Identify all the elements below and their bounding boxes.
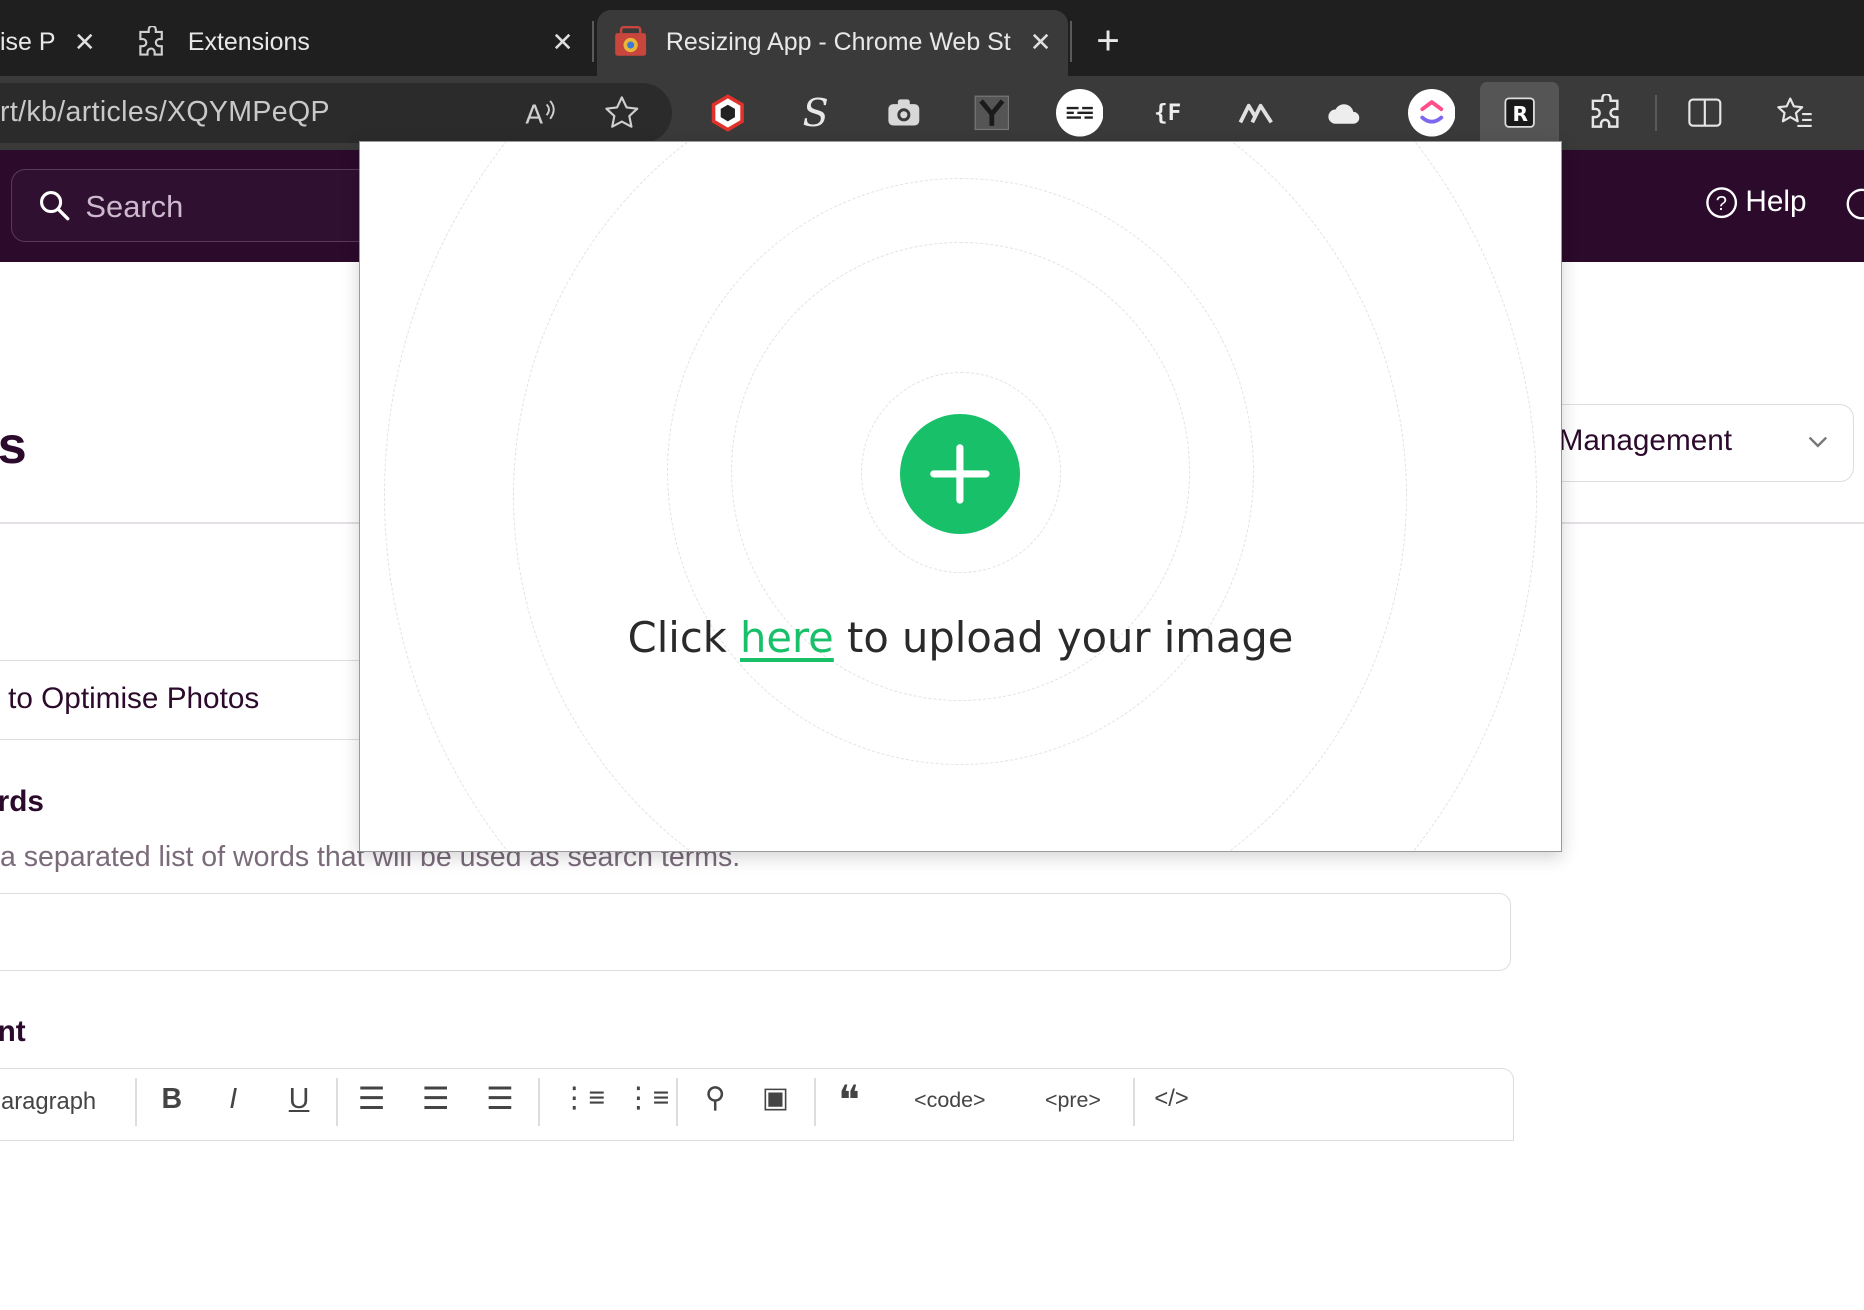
- keywords-label: rds: [0, 784, 44, 818]
- chrome-web-store-icon: [614, 26, 646, 56]
- svg-text:A: A: [526, 101, 544, 131]
- plus-icon: [930, 443, 990, 504]
- preformatted-icon[interactable]: <pre>: [1045, 1088, 1101, 1113]
- browser-tab-strip: ise P ✕ Extensions ✕ Resizing App - Chro…: [0, 0, 1864, 77]
- favorites-list-icon[interactable]: [1772, 89, 1820, 137]
- help-link[interactable]: ? Help: [1705, 185, 1807, 219]
- upload-instructions: Click here to upload your image: [360, 613, 1561, 662]
- source-code-icon[interactable]: </>: [1154, 1085, 1188, 1113]
- address-bar-url[interactable]: rt/kb/articles/XQYMPeQP: [0, 96, 330, 129]
- tab-separator: [1070, 21, 1073, 62]
- read-aloud-icon[interactable]: A: [524, 95, 560, 131]
- tab-separator: [592, 21, 595, 62]
- category-select-value: Management: [1558, 424, 1733, 458]
- resizing-app-popup: Click here to upload your image: [359, 141, 1562, 853]
- mountain-extension-icon[interactable]: [1232, 89, 1280, 137]
- address-bar[interactable]: rt/kb/articles/XQYMPeQP A: [0, 83, 672, 143]
- split-screen-icon[interactable]: [1681, 89, 1729, 137]
- title-input-value[interactable]: to Optimise Photos: [8, 682, 259, 716]
- bold-icon[interactable]: B: [162, 1083, 183, 1116]
- site-search-input[interactable]: Search: [10, 168, 394, 243]
- search-placeholder: Search: [85, 188, 184, 224]
- tab-extensions-close-icon[interactable]: ✕: [552, 27, 574, 58]
- page-title: s: [0, 417, 27, 476]
- new-tab-icon[interactable]: +: [1096, 19, 1120, 62]
- puzzle-icon: [139, 26, 163, 56]
- menu-lines-extension-icon[interactable]: [1055, 89, 1104, 137]
- help-icon: ?: [1706, 187, 1738, 218]
- tab-optimise-close-icon[interactable]: ✕: [74, 27, 96, 58]
- editor-toolbar: aragraph B I U ☰ ☰ ☰ ⋮≡ ⋮≡ ⚲ ▣ ❝ <code> …: [0, 1067, 1515, 1142]
- tab-resizing-app[interactable]: Resizing App - Chrome Web St ✕: [596, 9, 1068, 77]
- svg-text:R: R: [1512, 102, 1528, 126]
- search-icon: [39, 190, 70, 221]
- extensions-puzzle-icon[interactable]: [1584, 89, 1632, 137]
- tab-resizing-app-close-icon[interactable]: ✕: [1030, 27, 1052, 58]
- s-extension-icon[interactable]: S: [792, 89, 840, 137]
- tab-extensions-label: Extensions: [187, 28, 310, 57]
- tab-optimise[interactable]: ise P ✕: [0, 10, 114, 77]
- cloud-extension-icon[interactable]: [1320, 89, 1368, 137]
- underline-icon[interactable]: U: [289, 1083, 310, 1116]
- upload-image-button[interactable]: [899, 413, 1020, 534]
- font-extension-icon[interactable]: {F: [1144, 89, 1192, 137]
- italic-icon[interactable]: I: [229, 1083, 237, 1116]
- favorite-star-icon[interactable]: [604, 95, 640, 131]
- cube-extension-icon[interactable]: [704, 89, 752, 137]
- content-label: nt: [0, 1015, 26, 1049]
- align-left-icon[interactable]: ☰: [358, 1081, 386, 1117]
- upload-suffix: to upload your image: [833, 613, 1294, 663]
- blockquote-icon[interactable]: ❝: [838, 1076, 860, 1124]
- image-icon[interactable]: ▣: [762, 1081, 789, 1115]
- toolbar-divider: [1655, 95, 1658, 131]
- chat-icon[interactable]: [1843, 185, 1864, 223]
- help-label: Help: [1745, 185, 1807, 219]
- tab-optimise-label: ise P: [0, 28, 56, 57]
- y-extension-icon[interactable]: [968, 89, 1016, 137]
- upload-prefix: Click: [627, 613, 741, 663]
- chevron-down-icon: [1808, 436, 1827, 448]
- code-icon[interactable]: <code>: [914, 1088, 985, 1113]
- upload-here-link[interactable]: here: [740, 613, 834, 662]
- numbered-list-icon[interactable]: ⋮≡: [624, 1081, 669, 1115]
- tab-resizing-app-label: Resizing App - Chrome Web St: [665, 28, 1011, 57]
- svg-text:?: ?: [1716, 193, 1727, 215]
- bullet-list-icon[interactable]: ⋮≡: [560, 1081, 605, 1115]
- tab-extensions[interactable]: Extensions ✕: [119, 10, 590, 77]
- title-input[interactable]: to Optimise Photos: [0, 659, 383, 741]
- link-icon[interactable]: ⚲: [705, 1081, 726, 1115]
- camera-extension-icon[interactable]: [880, 89, 928, 137]
- align-center-icon[interactable]: ☰: [422, 1081, 450, 1117]
- align-right-icon[interactable]: ☰: [486, 1081, 514, 1117]
- clickup-extension-icon[interactable]: [1407, 89, 1456, 137]
- resizing-app-extension-icon[interactable]: R: [1496, 89, 1544, 137]
- keywords-input[interactable]: [0, 892, 1511, 972]
